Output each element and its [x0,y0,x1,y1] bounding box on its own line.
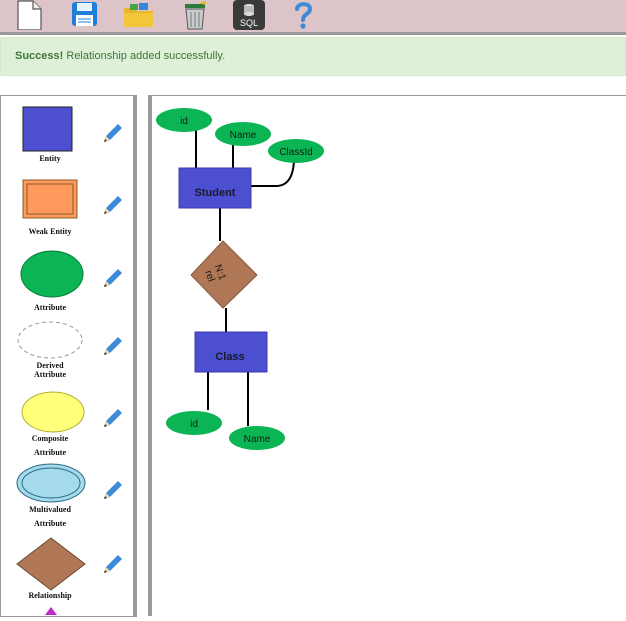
delete-button[interactable] [180,0,210,30]
student-entity[interactable]: Student [178,167,252,209]
er-diagram: Student id Name ClassId rel N:1 Class id… [156,108,324,450]
pencil-icon[interactable] [101,121,125,145]
derived-attribute-shape-icon [17,321,83,359]
alert-text: Success! Relationship added successfully… [15,38,225,75]
attribute-label: id [180,116,188,127]
delete-bin-icon [185,1,206,30]
palette-item-relationship[interactable]: Relationship [1,534,133,616]
new-document-icon [17,0,42,31]
attribute-shape-icon [20,250,84,298]
new-document-button[interactable] [14,0,44,31]
palette-item-entity[interactable]: Entity [1,96,133,168]
pencil-icon[interactable] [101,266,125,290]
save-button[interactable] [70,0,100,30]
pencil-icon[interactable] [101,334,125,358]
entity-label: Class [215,351,244,363]
palette-label-entity: Entity [39,154,61,163]
sql-button[interactable]: SQL [233,0,265,30]
relationship-diamond[interactable]: rel N:1 [190,240,258,309]
palette-label-line: Derived [36,361,64,370]
palette-item-weak-entity[interactable]: Weak Entity [1,168,133,240]
attribute-class-name[interactable]: Name [229,426,285,450]
attribute-class-id[interactable]: id [166,411,222,435]
palette-label-line: Multivalued [29,505,71,514]
sql-label: SQL [240,18,258,28]
shape-palette: Entity Weak Entity Attribute Derived Att… [0,95,137,617]
open-folder-icon [124,3,153,27]
palette-label-composite-attribute: Composite Attribute [5,432,95,460]
pencil-icon[interactable] [101,478,125,502]
palette-label-relationship: Relationship [28,591,72,600]
palette-label-line: Attribute [34,519,66,528]
palette-label-derived-attribute: Derived Attribute [5,361,95,379]
alert-message: Relationship added successfully. [66,50,226,62]
attribute-label: ClassId [279,147,312,158]
next-shape-peek-icon [45,607,57,615]
attribute-label: id [190,419,198,430]
relationship-shape-icon [16,537,86,591]
palette-item-derived-attribute[interactable]: Derived Attribute [1,312,133,386]
class-entity[interactable]: Class [194,331,268,373]
pencil-icon[interactable] [101,406,125,430]
connector-line [251,159,295,187]
multivalued-attribute-shape-icon [16,463,86,503]
entity-label: Student [195,187,236,199]
pencil-icon[interactable] [101,193,125,217]
diagram-canvas[interactable]: Student id Name ClassId rel N:1 Class id… [148,95,626,616]
palette-label-weak-entity: Weak Entity [28,227,72,236]
attribute-label: Name [244,434,271,445]
attribute-student-name[interactable]: Name [215,122,271,146]
palette-item-multivalued-attribute[interactable]: Multivalued Attribute [1,458,133,534]
entity-shape-icon [22,106,73,152]
save-icon [72,2,97,26]
help-icon [295,2,313,29]
palette-label-line: Composite [31,434,69,443]
alert-strong: Success! [15,50,64,62]
success-alert: Success! Relationship added successfully… [0,37,626,76]
attribute-label: Name [230,130,257,141]
weak-entity-shape-icon [22,179,78,219]
attribute-student-classid[interactable]: ClassId [268,139,324,163]
palette-label-line: Attribute [34,370,66,379]
palette-item-composite-attribute[interactable]: Composite Attribute [1,386,133,458]
composite-attribute-shape-icon [21,391,85,433]
attribute-student-id[interactable]: id [156,108,212,132]
pencil-icon[interactable] [101,552,125,576]
palette-label-multivalued-attribute: Multivalued Attribute [5,503,95,531]
help-button[interactable] [290,0,316,30]
sql-database-icon: SQL [233,0,265,30]
toolbar: SQL [0,0,626,35]
palette-item-attribute[interactable]: Attribute [1,240,133,312]
open-folder-button[interactable] [122,0,156,30]
